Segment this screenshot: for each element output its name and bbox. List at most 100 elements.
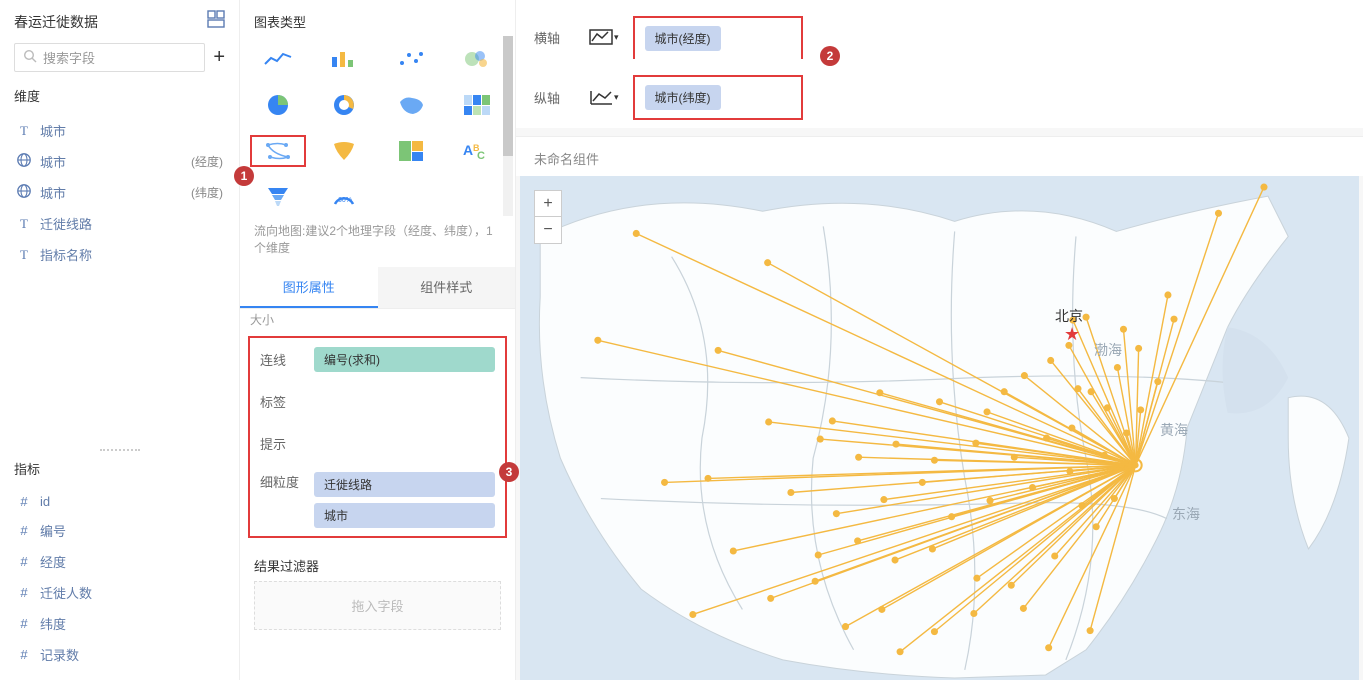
search-icon xyxy=(23,49,37,66)
label-huanghai: 黄海 xyxy=(1160,420,1188,440)
field-label: 记录数 xyxy=(40,645,223,664)
hash-icon: # xyxy=(16,647,32,662)
prop-grain-pill-route[interactable]: 迁徙线路 xyxy=(314,472,495,497)
chart-flow-map-icon[interactable] xyxy=(250,135,306,167)
chart-treemap-icon[interactable] xyxy=(383,135,439,167)
label-donghai: 东海 xyxy=(1172,504,1200,524)
zoom-control: + − xyxy=(534,190,562,244)
dimension-field[interactable]: 城市 (经度) xyxy=(14,146,225,177)
chart-scatter-icon[interactable] xyxy=(383,43,439,75)
measure-field[interactable]: # 记录数 xyxy=(14,639,225,670)
prop-grain-label: 细粒度 xyxy=(260,472,304,491)
search-input[interactable]: 搜索字段 xyxy=(14,43,205,72)
dimension-field[interactable]: T 城市 xyxy=(14,115,225,146)
tab-component-style[interactable]: 组件样式 xyxy=(378,267,516,308)
field-label: 城市 xyxy=(40,152,183,171)
annotation-badge-3: 3 xyxy=(499,462,519,482)
field-label: 迁徙线路 xyxy=(40,214,223,233)
annotation-badge-1: 1 xyxy=(234,166,254,186)
field-label: id xyxy=(40,494,223,509)
field-label: 纬度 xyxy=(40,614,223,633)
chart-donut-icon[interactable] xyxy=(316,89,372,121)
prop-tip-label: 提示 xyxy=(260,434,304,453)
chart-bar-icon[interactable] xyxy=(316,43,372,75)
zoom-out-button[interactable]: − xyxy=(535,217,561,243)
dimension-field[interactable]: T 迁徙线路 xyxy=(14,208,225,239)
tab-graphic-props[interactable]: 图形属性 xyxy=(240,267,378,308)
measure-header: 指标 xyxy=(14,459,225,478)
measure-field[interactable]: # id xyxy=(14,488,225,515)
prop-line-pill[interactable]: 编号(求和) xyxy=(314,347,495,372)
field-label: 迁徙人数 xyxy=(40,583,223,602)
star-icon: ★ xyxy=(1064,324,1080,345)
measure-field[interactable]: #经度 xyxy=(14,546,225,577)
chart-type-header: 图表类型 xyxy=(240,0,515,37)
filter-header: 结果过滤器 xyxy=(240,544,515,581)
chart-funnel-icon[interactable] xyxy=(250,181,306,213)
field-label: 城市 xyxy=(40,183,183,202)
haxis-type-icon[interactable]: ▾ xyxy=(588,28,619,48)
vaxis-type-icon[interactable]: ▾ xyxy=(588,88,619,108)
measure-field[interactable]: # 编号 xyxy=(14,515,225,546)
graphic-props-area: 连线 编号(求和) 标签 提示 细粒度 迁徙线路 城市 xyxy=(248,336,507,538)
hash-icon: # xyxy=(16,494,32,509)
field-type-icon: T xyxy=(16,247,32,263)
field-label: 经度 xyxy=(40,552,223,571)
field-suffix: (经度) xyxy=(191,153,223,170)
chart-heatmap-icon[interactable] xyxy=(449,89,505,121)
field-label: 城市 xyxy=(40,121,223,140)
splitter-handle[interactable] xyxy=(100,449,140,451)
config-panel: 图表类型 ABC 60% 1 流向地图:建议2个地理字段（经度、纬度），1个维度… xyxy=(240,0,516,680)
dimension-field[interactable]: 城市 (纬度) xyxy=(14,177,225,208)
field-type-icon xyxy=(16,183,32,202)
vaxis-pill[interactable]: 城市(纬度) xyxy=(645,85,721,110)
chart-empty-1 xyxy=(383,181,439,213)
chart-funnel-shape-icon[interactable] xyxy=(316,135,372,167)
label-bohai: 渤海 xyxy=(1094,340,1122,360)
chart-line-icon[interactable] xyxy=(250,43,306,75)
chart-wordcloud-icon[interactable]: ABC xyxy=(449,135,505,167)
layout-icon[interactable] xyxy=(207,10,225,33)
prop-tag-label: 标签 xyxy=(260,392,304,411)
annotation-badge-2: 2 xyxy=(820,46,840,66)
haxis-label: 横轴 xyxy=(534,28,574,47)
chart-china-map-icon[interactable] xyxy=(383,89,439,121)
hash-icon: # xyxy=(16,616,32,631)
filter-dropzone[interactable]: 拖入字段 xyxy=(254,581,501,630)
hash-icon: # xyxy=(16,523,32,538)
field-label: 指标名称 xyxy=(40,245,223,264)
dimension-header: 维度 xyxy=(14,86,225,105)
svg-text:C: C xyxy=(477,150,485,161)
search-placeholder: 搜索字段 xyxy=(43,48,95,67)
flow-map-canvas[interactable]: + − 北京 ★ 渤海 黄海 东海 xyxy=(520,176,1359,680)
dataset-title: 春运迁徙数据 xyxy=(14,12,98,32)
measure-field[interactable]: # 迁徙人数 xyxy=(14,577,225,608)
prop-line-label: 连线 xyxy=(260,350,304,369)
field-type-icon: T xyxy=(16,123,32,139)
canvas-panel: 横轴 ▾ 城市(经度) 纵轴 ▾ 城市(纬度) 2 xyxy=(516,0,1363,680)
field-label: 编号 xyxy=(40,521,223,540)
prop-size-row[interactable]: 大小 xyxy=(240,309,515,330)
svg-text:60%: 60% xyxy=(338,197,352,204)
field-panel: 春运迁徙数据 搜索字段 + 维度 T城市城市(经度)城市(纬度)T迁徙线路T指标… xyxy=(0,0,240,680)
svg-text:A: A xyxy=(463,142,473,158)
measure-field[interactable]: # 纬度 xyxy=(14,608,225,639)
chart-empty-2 xyxy=(449,181,505,213)
label-beijing: 北京 xyxy=(1055,306,1083,326)
add-field-button[interactable]: + xyxy=(213,46,225,69)
field-suffix: (纬度) xyxy=(191,184,223,201)
chart-bubble-icon[interactable] xyxy=(449,43,505,75)
field-type-icon xyxy=(16,152,32,171)
chart-pie-icon[interactable] xyxy=(250,89,306,121)
component-title[interactable]: 未命名组件 xyxy=(516,136,1363,176)
chart-hint-text: 流向地图:建议2个地理字段（经度、纬度），1个维度 xyxy=(240,217,515,267)
hash-icon: # xyxy=(16,585,32,600)
field-type-icon: T xyxy=(16,216,32,232)
vaxis-label: 纵轴 xyxy=(534,88,574,107)
haxis-pill[interactable]: 城市(经度) xyxy=(645,26,721,51)
dimension-field[interactable]: T 指标名称 xyxy=(14,239,225,270)
prop-grain-pill-city[interactable]: 城市 xyxy=(314,503,495,528)
chart-type-grid: ABC 60% xyxy=(240,37,515,217)
chart-gauge-icon[interactable]: 60% xyxy=(316,181,372,213)
zoom-in-button[interactable]: + xyxy=(535,191,561,217)
